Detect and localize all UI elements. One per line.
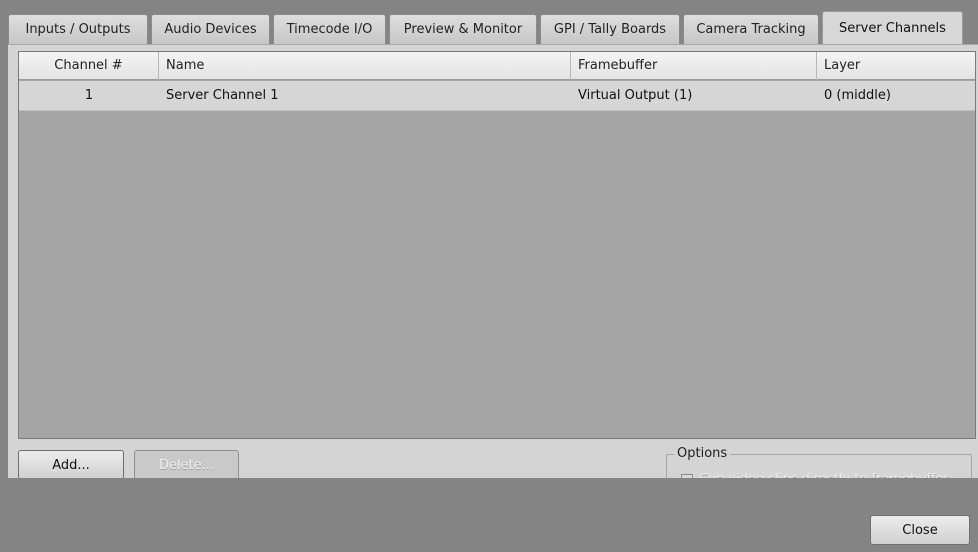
table-row[interactable]: 1 Server Channel 1 Virtual Output (1) 0 … — [19, 81, 975, 111]
tab-label: Server Channels — [839, 20, 946, 36]
column-header-layer[interactable]: Layer — [817, 52, 977, 80]
tab-preview-monitor[interactable]: Preview & Monitor — [389, 14, 537, 44]
tab-label: Camera Tracking — [696, 22, 806, 37]
column-header-framebuffer[interactable]: Framebuffer — [571, 52, 817, 80]
tab-label: GPI / Tally Boards — [553, 22, 667, 37]
delete-button[interactable]: Delete... — [134, 450, 239, 480]
close-button[interactable]: Close — [870, 515, 970, 545]
add-button[interactable]: Add... — [18, 450, 124, 480]
dialog-footer: Close — [0, 478, 978, 552]
cell-framebuffer: Virtual Output (1) — [578, 88, 693, 103]
tab-label: Preview & Monitor — [403, 22, 523, 37]
server-channels-panel: Channel # Name Framebuffer Layer 1 Serve… — [8, 44, 978, 494]
tab-label: Timecode I/O — [286, 22, 373, 37]
tab-label: Inputs / Outputs — [25, 22, 131, 37]
server-channels-table: Channel # Name Framebuffer Layer 1 Serve… — [18, 51, 976, 439]
tab-bar: Inputs / Outputs Audio Devices Timecode … — [8, 11, 966, 44]
column-header-name[interactable]: Name — [159, 52, 571, 80]
column-header-channel[interactable]: Channel # — [19, 52, 159, 80]
tab-audio-devices[interactable]: Audio Devices — [151, 14, 270, 44]
tab-inputs-outputs[interactable]: Inputs / Outputs — [8, 14, 148, 44]
tab-gpi-tally-boards[interactable]: GPI / Tally Boards — [540, 14, 680, 44]
cell-name: Server Channel 1 — [166, 88, 279, 103]
options-legend: Options — [674, 446, 731, 461]
table-header: Channel # Name Framebuffer Layer — [19, 52, 975, 80]
cell-channel: 1 — [84, 88, 94, 103]
tab-camera-tracking[interactable]: Camera Tracking — [683, 14, 819, 44]
tab-timecode-io[interactable]: Timecode I/O — [273, 14, 386, 44]
tab-server-channels[interactable]: Server Channels — [822, 11, 963, 44]
tab-label: Audio Devices — [164, 22, 257, 37]
cell-layer: 0 (middle) — [824, 88, 891, 103]
